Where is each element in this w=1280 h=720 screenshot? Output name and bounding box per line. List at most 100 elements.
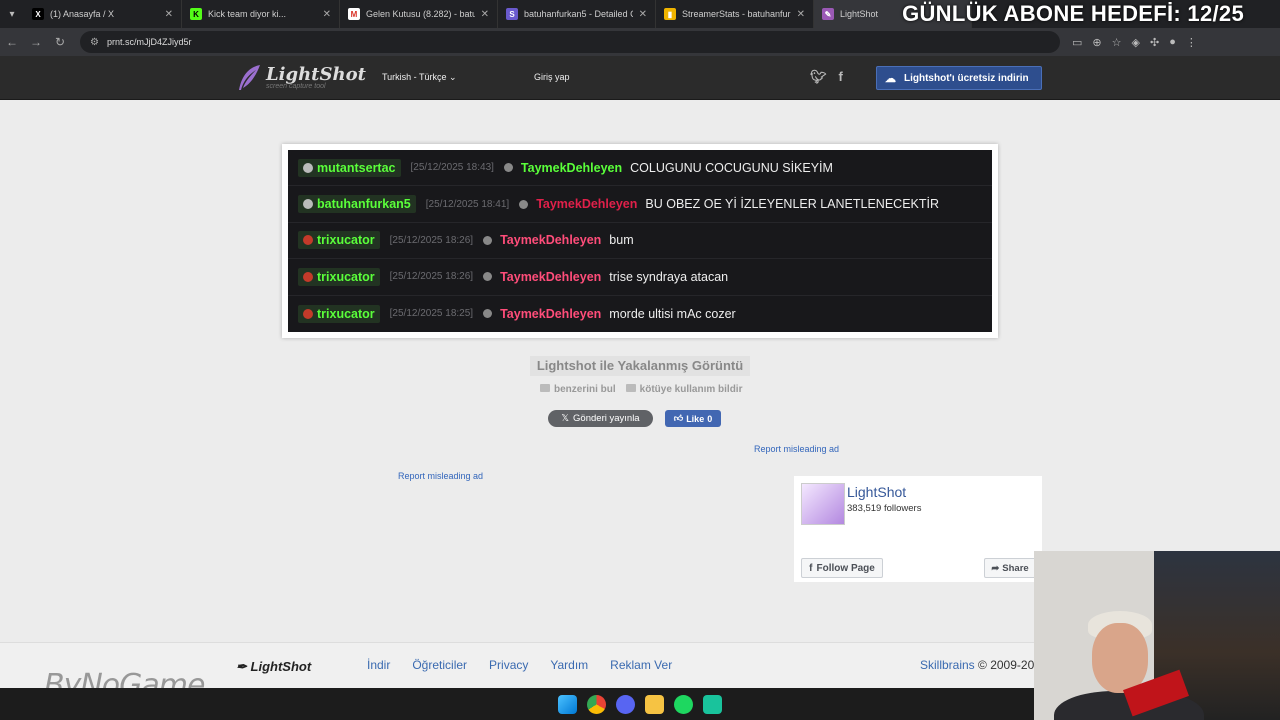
followers-count: 383,519 followers [847,503,922,514]
back-icon[interactable]: ← [0,35,24,49]
chat-message: BU OBEZ OE Yİ İZLEYENLER LANETLENECEKTİR [645,197,940,212]
mention: TaymekDehleyen [500,233,602,248]
browser-tab[interactable]: X (1) Anasayfa / X ✕ [24,0,182,28]
footer-link-help[interactable]: Yardım [550,658,588,672]
lightshot-logo[interactable]: LightShot screen capture tool [236,64,366,92]
x-icon: 𝕏 [561,413,570,424]
page-name[interactable]: LightShot [847,484,906,500]
browser-tab[interactable]: ▮ StreamerStats - batuhanfurkan... ✕ [656,0,814,28]
mention: TaymekDehleyen [536,197,638,212]
post-label: Gönderi yayınla [573,413,640,424]
login-link[interactable]: Giriş yap [534,72,570,82]
subscriber-goal-overlay: GÜNLÜK ABONE HEDEFİ: 12/25 [902,1,1244,26]
cast-icon[interactable]: ▭ [1072,36,1082,49]
language-selector[interactable]: Turkish - Türkçe ⌄ [382,72,457,83]
find-similar-link[interactable]: benzerini bul [540,384,616,395]
camera-icon [540,384,550,392]
browser-tab[interactable]: S batuhanfurkan5 - Detailed Cha... ✕ [498,0,656,28]
timestamp: [25/12/2025 18:26] [389,234,474,246]
tab-search-icon[interactable]: ▾ [0,0,24,28]
thumbs-up-icon: 👍︎ [673,413,684,423]
reload-icon[interactable]: ↻ [48,35,72,49]
chat-log: mutantsertac [25/12/2025 18:43] TaymekDe… [288,150,992,332]
report-abuse-link[interactable]: kötüye kullanım bildir [625,384,742,395]
url-field[interactable]: ⚙ prnt.sc/mJjD4ZJiyd5r [80,31,1060,53]
footer-link-download[interactable]: İndir [367,658,390,672]
trash-icon [625,384,636,392]
footer-link-tutorials[interactable]: Öğreticiler [412,658,467,672]
facebook-page-widget: LightShot 383,519 followers f Follow Page… [794,476,1042,582]
timestamp: [25/12/2025 18:26] [389,271,474,283]
username: trixucator [317,269,375,284]
app-icon[interactable] [703,694,722,714]
info-icon [519,199,529,209]
company-link[interactable]: Skillbrains [920,658,975,672]
close-icon[interactable]: ✕ [797,9,805,20]
social-links: 🐦︎ f [810,69,843,85]
report-misleading-ad-link[interactable]: Report misleading ad [398,471,483,481]
footer-link-privacy[interactable]: Privacy [489,658,528,672]
post-to-x-button[interactable]: 𝕏 Gönderi yayınla [548,410,653,427]
twitter-icon[interactable]: 🐦︎ [810,69,827,85]
close-icon[interactable]: ✕ [639,9,647,20]
footer-links: İndir Öğreticiler Privacy Yardım Reklam … [367,658,672,672]
timestamp: [25/12/2025 18:43] [410,162,494,174]
share-label: Share [1002,562,1029,574]
facebook-like-button[interactable]: 👍︎ Like 0 [665,410,721,427]
x-icon: X [32,8,44,20]
share-button[interactable]: ➦ Share [984,558,1036,578]
streamer-face [1092,623,1148,693]
close-icon[interactable]: ✕ [165,9,173,20]
bookmark-star-icon[interactable]: ☆ [1112,36,1122,49]
chat-message: trise syndraya atacan [609,269,729,284]
language-label: Turkish - Türkçe [382,72,447,82]
tab-label: batuhanfurkan5 - Detailed Cha... [524,9,633,19]
feather-icon [239,65,260,90]
menu-icon[interactable]: ⋮ [1186,36,1197,49]
follow-label: Follow Page [816,562,875,574]
screenshot-image[interactable]: mutantsertac [25/12/2025 18:43] TaymekDe… [282,144,998,338]
zoom-icon[interactable]: ⊕ [1092,36,1101,49]
gmail-icon: M [348,8,360,20]
webcam-overlay [1034,551,1280,720]
username: trixucator [317,306,375,321]
browser-tab[interactable]: M Gelen Kutusu (8.282) - batuhan... ✕ [340,0,498,28]
mention: TaymekDehleyen [520,160,623,175]
address-bar-row: ← → ↻ ⚙ prnt.sc/mJjD4ZJiyd5r ▭ ⊕ ☆ ◈ ✣ ●… [0,28,1280,56]
site-info-icon[interactable]: ⚙ [90,37,99,48]
kick-icon: K [190,8,202,20]
username-tag: mutantsertac [298,158,401,177]
info-icon [483,309,493,319]
browser-tab[interactable]: K Kick team diyor ki... ✕ [182,0,340,28]
report-misleading-ad-link[interactable]: Report misleading ad [754,444,839,454]
puzzle-icon[interactable]: ✣ [1150,36,1159,49]
facebook-icon[interactable]: f [839,69,843,85]
image-caption: Lightshot ile Yakalanmış Görüntü [530,356,750,376]
download-button[interactable]: ☁ Lightshot'ı ücretsiz indirin [876,66,1042,90]
lightshot-tab-icon: ✎ [822,8,834,20]
username-tag: trixucator [298,267,380,286]
timestamp: [25/12/2025 18:25] [389,308,474,320]
download-label: Lightshot'ı ücretsiz indirin [904,72,1029,84]
tab-label: Kick team diyor ki... [208,9,287,19]
profile-avatar-icon[interactable]: ● [1169,36,1176,49]
user-badge-icon [303,271,313,282]
spotify-icon[interactable] [674,694,693,714]
windows-start-icon[interactable] [558,694,577,714]
extension-icon[interactable]: ◈ [1132,36,1140,49]
streamerstats-icon: ▮ [664,8,676,20]
footer-link-advertise[interactable]: Reklam Ver [610,658,672,672]
follow-page-button[interactable]: f Follow Page [801,558,883,578]
mention: TaymekDehleyen [500,269,602,284]
close-icon[interactable]: ✕ [323,9,331,20]
info-icon [503,163,513,173]
discord-icon[interactable] [616,694,635,714]
chrome-icon[interactable] [587,694,606,714]
page-avatar[interactable] [801,483,845,525]
forward-icon[interactable]: → [24,35,48,49]
folder-icon[interactable] [645,694,664,714]
lightshot-header: LightShot screen capture tool Turkish - … [0,56,1280,100]
close-icon[interactable]: ✕ [481,9,489,20]
footer-logo[interactable]: ✒ LightShot [236,659,311,675]
chat-row: trixucator [25/12/2025 18:26] TaymekDehl… [288,259,992,296]
